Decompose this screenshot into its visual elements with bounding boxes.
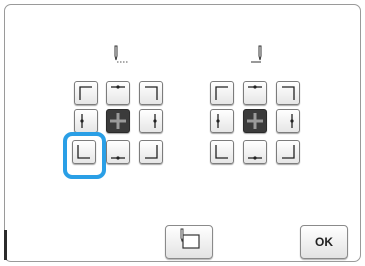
selection-highlight [63, 132, 106, 179]
right-pos-bottom-left[interactable] [210, 140, 234, 164]
left-pos-top-right[interactable] [139, 81, 163, 105]
right-pos-bottom-right[interactable] [276, 140, 300, 164]
right-pos-middle-right[interactable] [276, 109, 300, 133]
right-pos-center[interactable] [243, 109, 267, 133]
left-pos-middle-left[interactable] [74, 109, 98, 133]
needle-dotted-icon [114, 45, 129, 63]
ok-button[interactable]: OK [300, 225, 348, 259]
left-pos-bottom-right[interactable] [139, 140, 163, 164]
left-pos-middle-right[interactable] [139, 109, 163, 133]
trial-frame-button[interactable] [165, 225, 213, 259]
left-pos-top-center[interactable] [106, 81, 130, 105]
frame-trial-icon [180, 228, 200, 249]
right-pos-bottom-center[interactable] [243, 140, 267, 164]
right-pos-middle-left[interactable] [210, 109, 234, 133]
dialog-panel [4, 4, 361, 262]
left-pos-top-left[interactable] [74, 81, 98, 105]
right-pos-top-left[interactable] [210, 81, 234, 105]
panel-edge-marker [4, 230, 7, 260]
needle-solid-icon [251, 45, 262, 63]
right-pos-top-center[interactable] [243, 81, 267, 105]
left-pos-bottom-center[interactable] [106, 140, 130, 164]
left-pos-center[interactable] [106, 109, 130, 133]
right-pos-top-right[interactable] [276, 81, 300, 105]
